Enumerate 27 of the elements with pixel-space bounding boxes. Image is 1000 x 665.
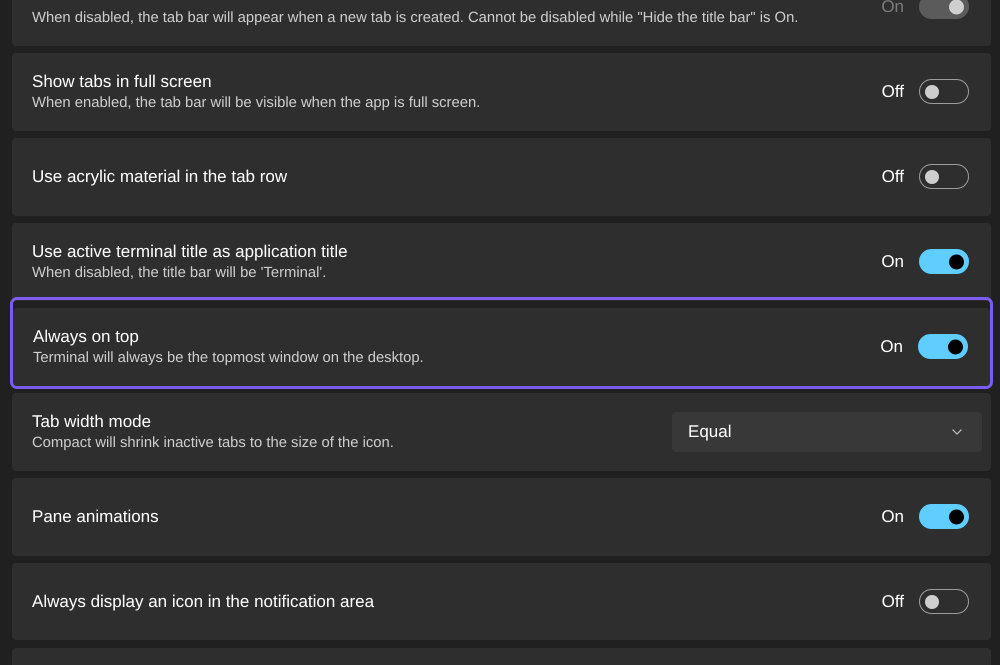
toggle-switch[interactable] xyxy=(918,334,968,360)
toggle-state-label: Off xyxy=(882,592,904,612)
toggle-state-label: On xyxy=(881,252,904,272)
toggle-state-label: Off xyxy=(882,82,904,102)
setting-title: Pane animations xyxy=(32,506,160,528)
toggle-switch[interactable] xyxy=(919,164,969,190)
setting-description: Compact will shrink inactive tabs to the size of the icon. xyxy=(32,434,395,454)
toggle-state-label: Off xyxy=(882,166,904,187)
toggle-switch[interactable] xyxy=(919,589,969,614)
setting-description: When enabled, the tab bar will be visible when the app is full screen. xyxy=(32,94,482,114)
dropdown[interactable]: Equal xyxy=(672,412,982,452)
setting-title: Always on top xyxy=(33,326,140,348)
setting-description: When disabled, the tab bar will appear when a new tab is created. Cannot be disabled while "Hide the title bar" is On. xyxy=(32,9,800,28)
setting-title: Tab width mode xyxy=(32,411,152,434)
setting-description: Terminal will always be the topmost window on the desktop. xyxy=(33,349,425,368)
setting-title: Use active terminal title as application title xyxy=(32,241,349,264)
setting-description: When disabled, the title bar will be 'Terminal'. xyxy=(32,264,328,284)
toggle-state-label: On xyxy=(880,336,903,357)
toggle-switch[interactable] xyxy=(919,504,969,530)
toggle-switch[interactable] xyxy=(919,249,969,274)
setting-title: Always display an icon in the notification area xyxy=(32,591,376,614)
chevron-down-icon xyxy=(952,428,962,435)
toggle-state-label: On xyxy=(881,506,904,527)
setting-title: Show tabs in full screen xyxy=(32,71,213,94)
toggle-switch[interactable] xyxy=(919,79,969,104)
setting-title: Use acrylic material in the tab row xyxy=(32,166,288,188)
toggle-state-label: On xyxy=(881,0,904,17)
